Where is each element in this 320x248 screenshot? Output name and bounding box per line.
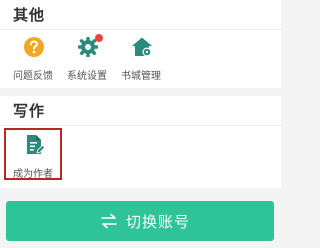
system-settings-label: 系统设置 <box>67 71 107 82</box>
question-circle-icon <box>24 37 44 57</box>
section-header-writing: 写作 <box>0 96 281 126</box>
highlight-box <box>4 128 62 180</box>
bookstore-management-label: 书城管理 <box>121 71 161 82</box>
switch-account-label: 切换账号 <box>126 213 191 231</box>
switch-account-button[interactable]: 切换账号 <box>6 201 274 241</box>
feedback-item[interactable]: 问题反馈 <box>6 30 60 86</box>
feedback-label: 问题反馈 <box>13 71 53 82</box>
section-title-other: 其他 <box>13 6 46 24</box>
section-body-other: 问题反馈 系统设置 书城管理 <box>0 30 281 88</box>
settings-page: 其他 问题反馈 系统设置 书城管理 写作 成为作者 切换账号 <box>0 0 281 248</box>
bookstore-house-icon <box>132 37 152 57</box>
bookstore-management-item[interactable]: 书城管理 <box>114 30 168 86</box>
notification-dot-icon <box>95 34 103 42</box>
section-header-other: 其他 <box>0 0 281 30</box>
switch-arrows-icon <box>101 213 117 229</box>
system-settings-item[interactable]: 系统设置 <box>60 30 114 86</box>
section-title-writing: 写作 <box>13 102 46 120</box>
